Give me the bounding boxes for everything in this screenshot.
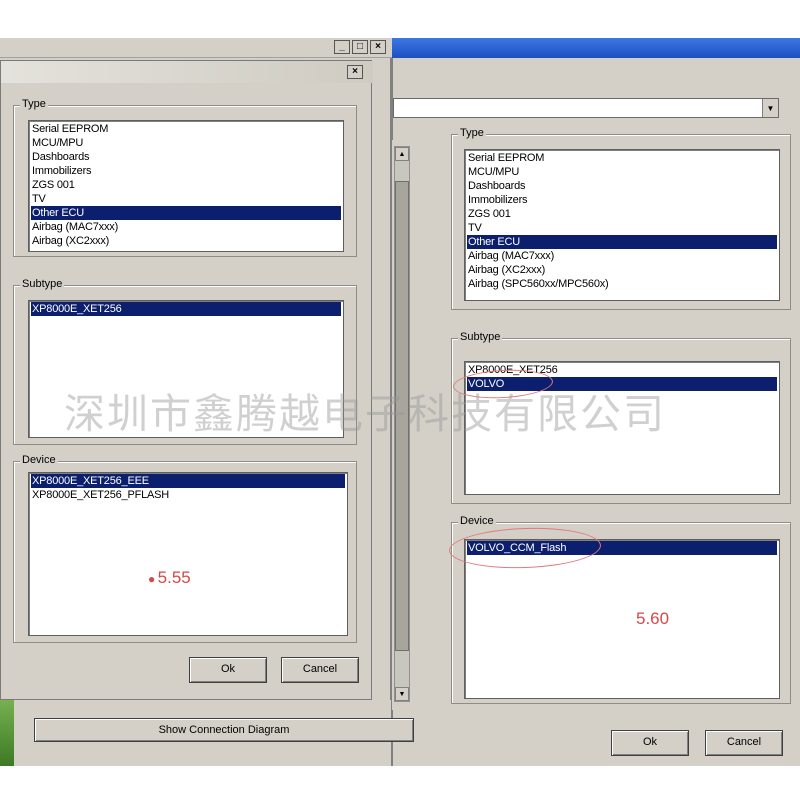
show-connection-diagram-button[interactable]: Show Connection Diagram <box>34 718 414 742</box>
list-item[interactable]: Airbag (MAC7xxx) <box>467 249 777 263</box>
scroll-up-icon[interactable]: ▲ <box>395 147 409 161</box>
ok-button[interactable]: Ok <box>611 730 689 756</box>
bullet-icon: ● <box>148 572 158 586</box>
background-window-bottom: Show Connection Diagram <box>0 700 414 766</box>
list-item[interactable]: XP8000E_XET256_EEE <box>31 474 345 488</box>
device-group-label: Device <box>20 454 58 466</box>
type-listbox[interactable]: Serial EEPROM MCU/MPU Dashboards Immobilize… <box>464 149 780 301</box>
list-item[interactable]: Airbag (XC2xxx) <box>467 263 777 277</box>
list-item[interactable]: Airbag (XC2xxx) <box>31 234 341 248</box>
combo-dropdown-button[interactable]: ▼ <box>762 99 778 117</box>
cancel-button[interactable]: Cancel <box>281 657 359 683</box>
minimize-icon[interactable]: _ <box>334 40 350 54</box>
cancel-button[interactable]: Cancel <box>705 730 783 756</box>
list-item[interactable]: Immobilizers <box>467 193 777 207</box>
maximize-icon[interactable]: □ <box>352 40 368 54</box>
dialog-close-icon[interactable]: × <box>347 65 363 79</box>
list-item[interactable]: Dashboards <box>467 179 777 193</box>
window-titlebar-background <box>390 38 800 58</box>
list-item[interactable]: Airbag (MAC7xxx) <box>31 220 341 234</box>
ok-button[interactable]: Ok <box>189 657 267 683</box>
inner-dialog-caption: × <box>1 61 373 83</box>
type-group-label: Type <box>20 98 48 110</box>
chevron-down-icon: ▼ <box>766 103 775 113</box>
type-group-label: Type <box>458 127 486 139</box>
company-watermark: 深圳市鑫腾越电子科技有限公司 <box>64 390 666 438</box>
device-select-dialog-v555: _ □ × × Type Serial EEPROM MCU/MPU Dashboa… <box>0 38 392 700</box>
device-group: Device XP8000E_XET256_EEE XP8000E_XET256_… <box>13 454 357 643</box>
list-item[interactable]: Other ECU <box>31 206 341 220</box>
list-item[interactable]: Dashboards <box>31 150 341 164</box>
device-group-label: Device <box>458 515 496 527</box>
list-item[interactable]: XP8000E_XET256_PFLASH <box>31 488 345 502</box>
list-item[interactable]: MCU/MPU <box>467 165 777 179</box>
list-item[interactable]: Other ECU <box>467 235 777 249</box>
subtype-group-label: Subtype <box>458 331 503 343</box>
device-combo[interactable]: ▼ <box>393 98 779 118</box>
version-annotation: ● 5.55 <box>148 568 191 587</box>
list-item[interactable]: MCU/MPU <box>31 136 341 150</box>
device-listbox[interactable]: XP8000E_XET256_EEE XP8000E_XET256_PFLASH <box>28 472 348 636</box>
type-group: Type Serial EEPROM MCU/MPU Dashboards Immob… <box>13 98 357 257</box>
version-annotation: 5.60 <box>636 609 670 628</box>
scroll-down-icon[interactable]: ▼ <box>395 687 409 701</box>
close-icon[interactable]: × <box>370 40 386 54</box>
outer-window-caption: _ □ × <box>0 38 392 58</box>
list-item[interactable]: ZGS 001 <box>467 207 777 221</box>
list-item[interactable]: Serial EEPROM <box>467 151 777 165</box>
list-item[interactable]: Serial EEPROM <box>31 122 341 136</box>
image-bottom-margin <box>0 766 800 800</box>
desktop-background <box>0 700 14 766</box>
list-item[interactable]: TV <box>467 221 777 235</box>
type-group: Type Serial EEPROM MCU/MPU Dashboards Immob… <box>451 127 791 310</box>
list-item[interactable]: ZGS 001 <box>31 178 341 192</box>
list-item[interactable]: Airbag (SPC560xx/MPC560x) <box>467 277 777 291</box>
list-item[interactable]: TV <box>31 192 341 206</box>
subtype-group-label: Subtype <box>20 278 65 290</box>
list-item[interactable]: Immobilizers <box>31 164 341 178</box>
type-listbox[interactable]: Serial EEPROM MCU/MPU Dashboards Immobilize… <box>28 120 344 252</box>
list-item[interactable]: XP8000E_XET256 <box>31 302 341 316</box>
